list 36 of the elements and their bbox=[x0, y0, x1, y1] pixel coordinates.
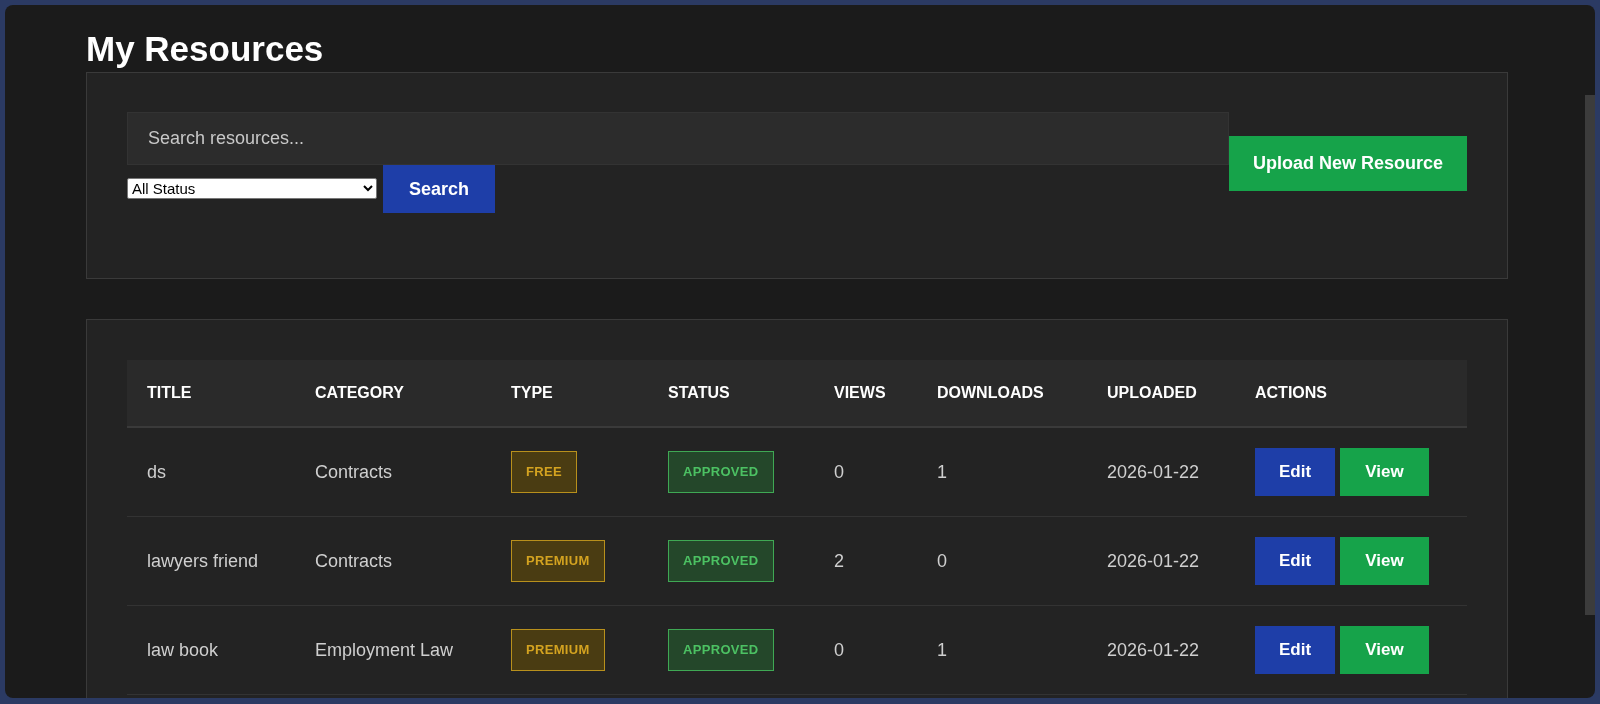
status-badge: APPROVED bbox=[668, 451, 774, 493]
column-header: UPLOADED bbox=[1107, 384, 1197, 401]
type-badge: FREE bbox=[511, 451, 577, 493]
table-cell: Employment Law bbox=[315, 639, 454, 660]
table-cell: Contracts bbox=[315, 461, 393, 482]
edit-button[interactable]: Edit bbox=[1255, 448, 1335, 496]
table-cell: ds bbox=[147, 461, 166, 482]
table-cell: lawyers friend bbox=[147, 550, 259, 571]
type-badge: PREMIUM bbox=[511, 629, 605, 671]
column-header: VIEWS bbox=[834, 384, 886, 401]
column-header: STATUS bbox=[668, 384, 730, 401]
table-cell: law book bbox=[147, 639, 219, 660]
edit-button[interactable]: Edit bbox=[1255, 537, 1335, 585]
table-cell: 1 bbox=[937, 461, 947, 482]
column-header: TITLE bbox=[147, 384, 192, 401]
status-filter[interactable]: All Status bbox=[127, 178, 377, 199]
type-badge: PREMIUM bbox=[511, 540, 605, 582]
table-cell: 2026-01-22 bbox=[1107, 639, 1200, 660]
column-header: TYPE bbox=[511, 384, 553, 401]
table-cell: Contracts bbox=[315, 550, 393, 571]
column-header: ACTIONS bbox=[1255, 384, 1327, 401]
table-cell: 2 bbox=[834, 550, 844, 571]
table-cell: 0 bbox=[937, 550, 947, 571]
table-cell: 1 bbox=[937, 639, 947, 660]
table-cell: 2026-01-22 bbox=[1107, 550, 1200, 571]
table-cell: 0 bbox=[834, 461, 844, 482]
status-badge: APPROVED bbox=[668, 629, 774, 671]
table-cell: 0 bbox=[834, 639, 844, 660]
column-header: CATEGORY bbox=[315, 384, 404, 401]
page-title: My Resources bbox=[86, 28, 324, 70]
search-field[interactable]: Search resources... bbox=[127, 112, 1229, 165]
edit-button[interactable]: Edit bbox=[1255, 626, 1335, 674]
column-header: DOWNLOADS bbox=[937, 384, 1044, 401]
status-badge: APPROVED bbox=[668, 540, 774, 582]
search-button[interactable]: Search bbox=[383, 165, 495, 213]
table-cell: 2026-01-22 bbox=[1107, 461, 1200, 482]
